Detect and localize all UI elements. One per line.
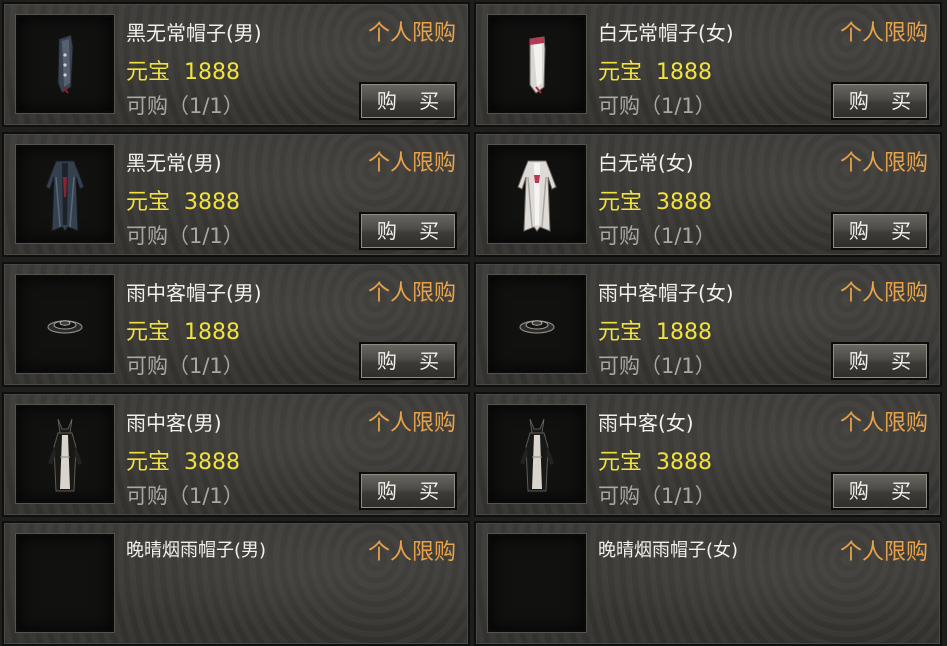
limit-tag: 个人限购 [367,151,456,176]
shop-item-card: 雨中客帽子(女) 个人限购 元宝 1888 可购（1/1） 购 买 [474,262,942,387]
item-name: 黑无常帽子(男) [126,21,262,45]
limit-tag: 个人限购 [367,540,456,565]
price-row: 元宝 1888 [598,54,712,86]
buy-button[interactable]: 购 买 [831,212,929,250]
black-robe-icon [45,160,85,232]
black-hat-icon [57,34,74,94]
price-row: 元宝 3888 [126,444,240,476]
price-row: 元宝 1888 [598,314,712,346]
shop-item-card: 晚晴烟雨帽子(男) 个人限购 [2,521,470,646]
price-row: 元宝 1888 [126,314,240,346]
item-name: 雨中客帽子(女) [598,281,734,305]
limit-tag: 个人限购 [839,151,928,176]
item-slot[interactable] [15,404,115,504]
currency-label: 元宝 [598,320,643,345]
shop-item-card: 雨中客(女) 个人限购 元宝 3888 可购（1/1） 购 买 [474,392,942,517]
item-name: 白无常(女) [598,151,694,175]
price-value: 1888 [184,320,241,345]
buy-button[interactable]: 购 买 [359,212,457,250]
buy-button[interactable]: 购 买 [831,472,929,510]
purchase-limit: 可购（1/1） [126,484,244,508]
item-name: 晚晴烟雨帽子(女) [598,540,739,561]
limit-tag: 个人限购 [367,281,456,306]
rain-robe-icon [48,418,82,492]
shop-item-card: 黑无常帽子(男) 个人限购 元宝 1888 可购（1/1） 购 买 [2,2,470,127]
shop-item-card: 雨中客(男) 个人限购 元宝 3888 可购（1/1） 购 买 [2,392,470,517]
item-slot[interactable] [15,14,115,114]
shop-item-card: 晚晴烟雨帽子(女) 个人限购 [474,521,942,646]
limit-tag: 个人限购 [839,21,928,46]
purchase-limit: 可购（1/1） [126,94,244,118]
price-value: 1888 [656,320,713,345]
shop-item-card: 雨中客帽子(男) 个人限购 元宝 1888 可购（1/1） 购 买 [2,262,470,387]
item-slot-icon [18,536,112,630]
buy-button[interactable]: 购 买 [359,82,457,120]
item-name: 雨中客(女) [598,411,694,435]
limit-tag: 个人限购 [839,281,928,306]
buy-button[interactable]: 购 买 [359,342,457,380]
price-row: 元宝 3888 [598,444,712,476]
price-row: 元宝 1888 [126,54,240,86]
straw-hat-icon [519,320,555,334]
white-robe-icon [517,160,557,232]
currency-label: 元宝 [598,450,643,475]
buy-button[interactable]: 购 买 [831,342,929,380]
price-value: 3888 [656,190,713,215]
purchase-limit: 可购（1/1） [126,224,244,248]
shop-grid: 黑无常帽子(男) 个人限购 元宝 1888 可购（1/1） 购 买 白无常帽子(女… [0,0,947,646]
currency-label: 元宝 [126,320,171,345]
item-name: 雨中客(男) [126,411,222,435]
shop-item-card: 白无常帽子(女) 个人限购 元宝 1888 可购（1/1） 购 买 [474,2,942,127]
item-slot-icon [490,536,584,630]
purchase-limit: 可购（1/1） [598,354,716,378]
item-name: 黑无常(男) [126,151,222,175]
price-value: 1888 [656,60,713,85]
buy-button[interactable]: 购 买 [359,472,457,510]
price-value: 3888 [656,450,713,475]
item-name: 雨中客帽子(男) [126,281,262,305]
price-row: 元宝 3888 [598,184,712,216]
item-slot[interactable] [15,144,115,244]
white-hat-icon [529,36,546,94]
straw-hat-icon [47,320,83,334]
item-name: 晚晴烟雨帽子(男) [126,540,267,561]
currency-label: 元宝 [126,190,171,215]
item-slot[interactable] [487,274,587,374]
purchase-limit: 可购（1/1） [126,354,244,378]
item-slot[interactable] [15,274,115,374]
purchase-limit: 可购（1/1） [598,94,716,118]
shop-item-card: 白无常(女) 个人限购 元宝 3888 可购（1/1） 购 买 [474,132,942,257]
item-slot[interactable] [487,533,587,633]
item-slot[interactable] [487,404,587,504]
limit-tag: 个人限购 [839,540,928,565]
price-row: 元宝 3888 [126,184,240,216]
item-slot[interactable] [15,533,115,633]
limit-tag: 个人限购 [367,21,456,46]
limit-tag: 个人限购 [839,411,928,436]
price-value: 1888 [184,60,241,85]
price-value: 3888 [184,450,241,475]
item-slot[interactable] [487,14,587,114]
purchase-limit: 可购（1/1） [598,224,716,248]
shop-item-card: 黑无常(男) 个人限购 元宝 3888 可购（1/1） 购 买 [2,132,470,257]
item-slot[interactable] [487,144,587,244]
item-name: 白无常帽子(女) [598,21,734,45]
limit-tag: 个人限购 [367,411,456,436]
currency-label: 元宝 [126,450,171,475]
currency-label: 元宝 [126,60,171,85]
price-value: 3888 [184,190,241,215]
rain-robe-icon [520,418,554,492]
purchase-limit: 可购（1/1） [598,484,716,508]
currency-label: 元宝 [598,60,643,85]
currency-label: 元宝 [598,190,643,215]
buy-button[interactable]: 购 买 [831,82,929,120]
